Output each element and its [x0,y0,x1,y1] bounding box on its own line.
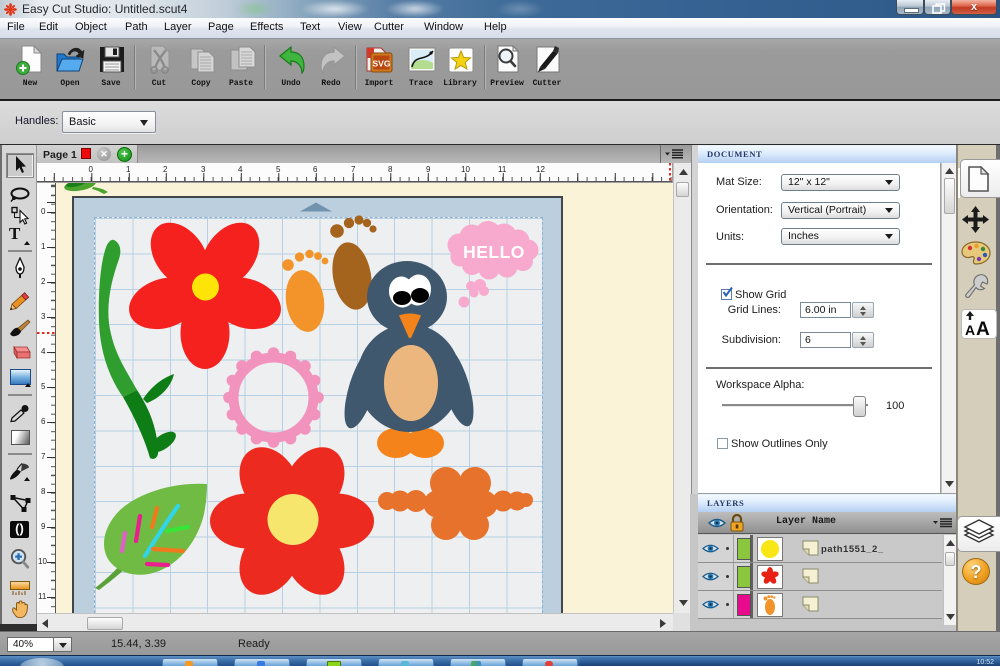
svg-text:SVG: SVG [373,59,391,69]
svg-text:A: A [976,319,990,337]
svg-text:A: A [965,322,975,337]
svg-text:HELLO: HELLO [463,242,525,262]
